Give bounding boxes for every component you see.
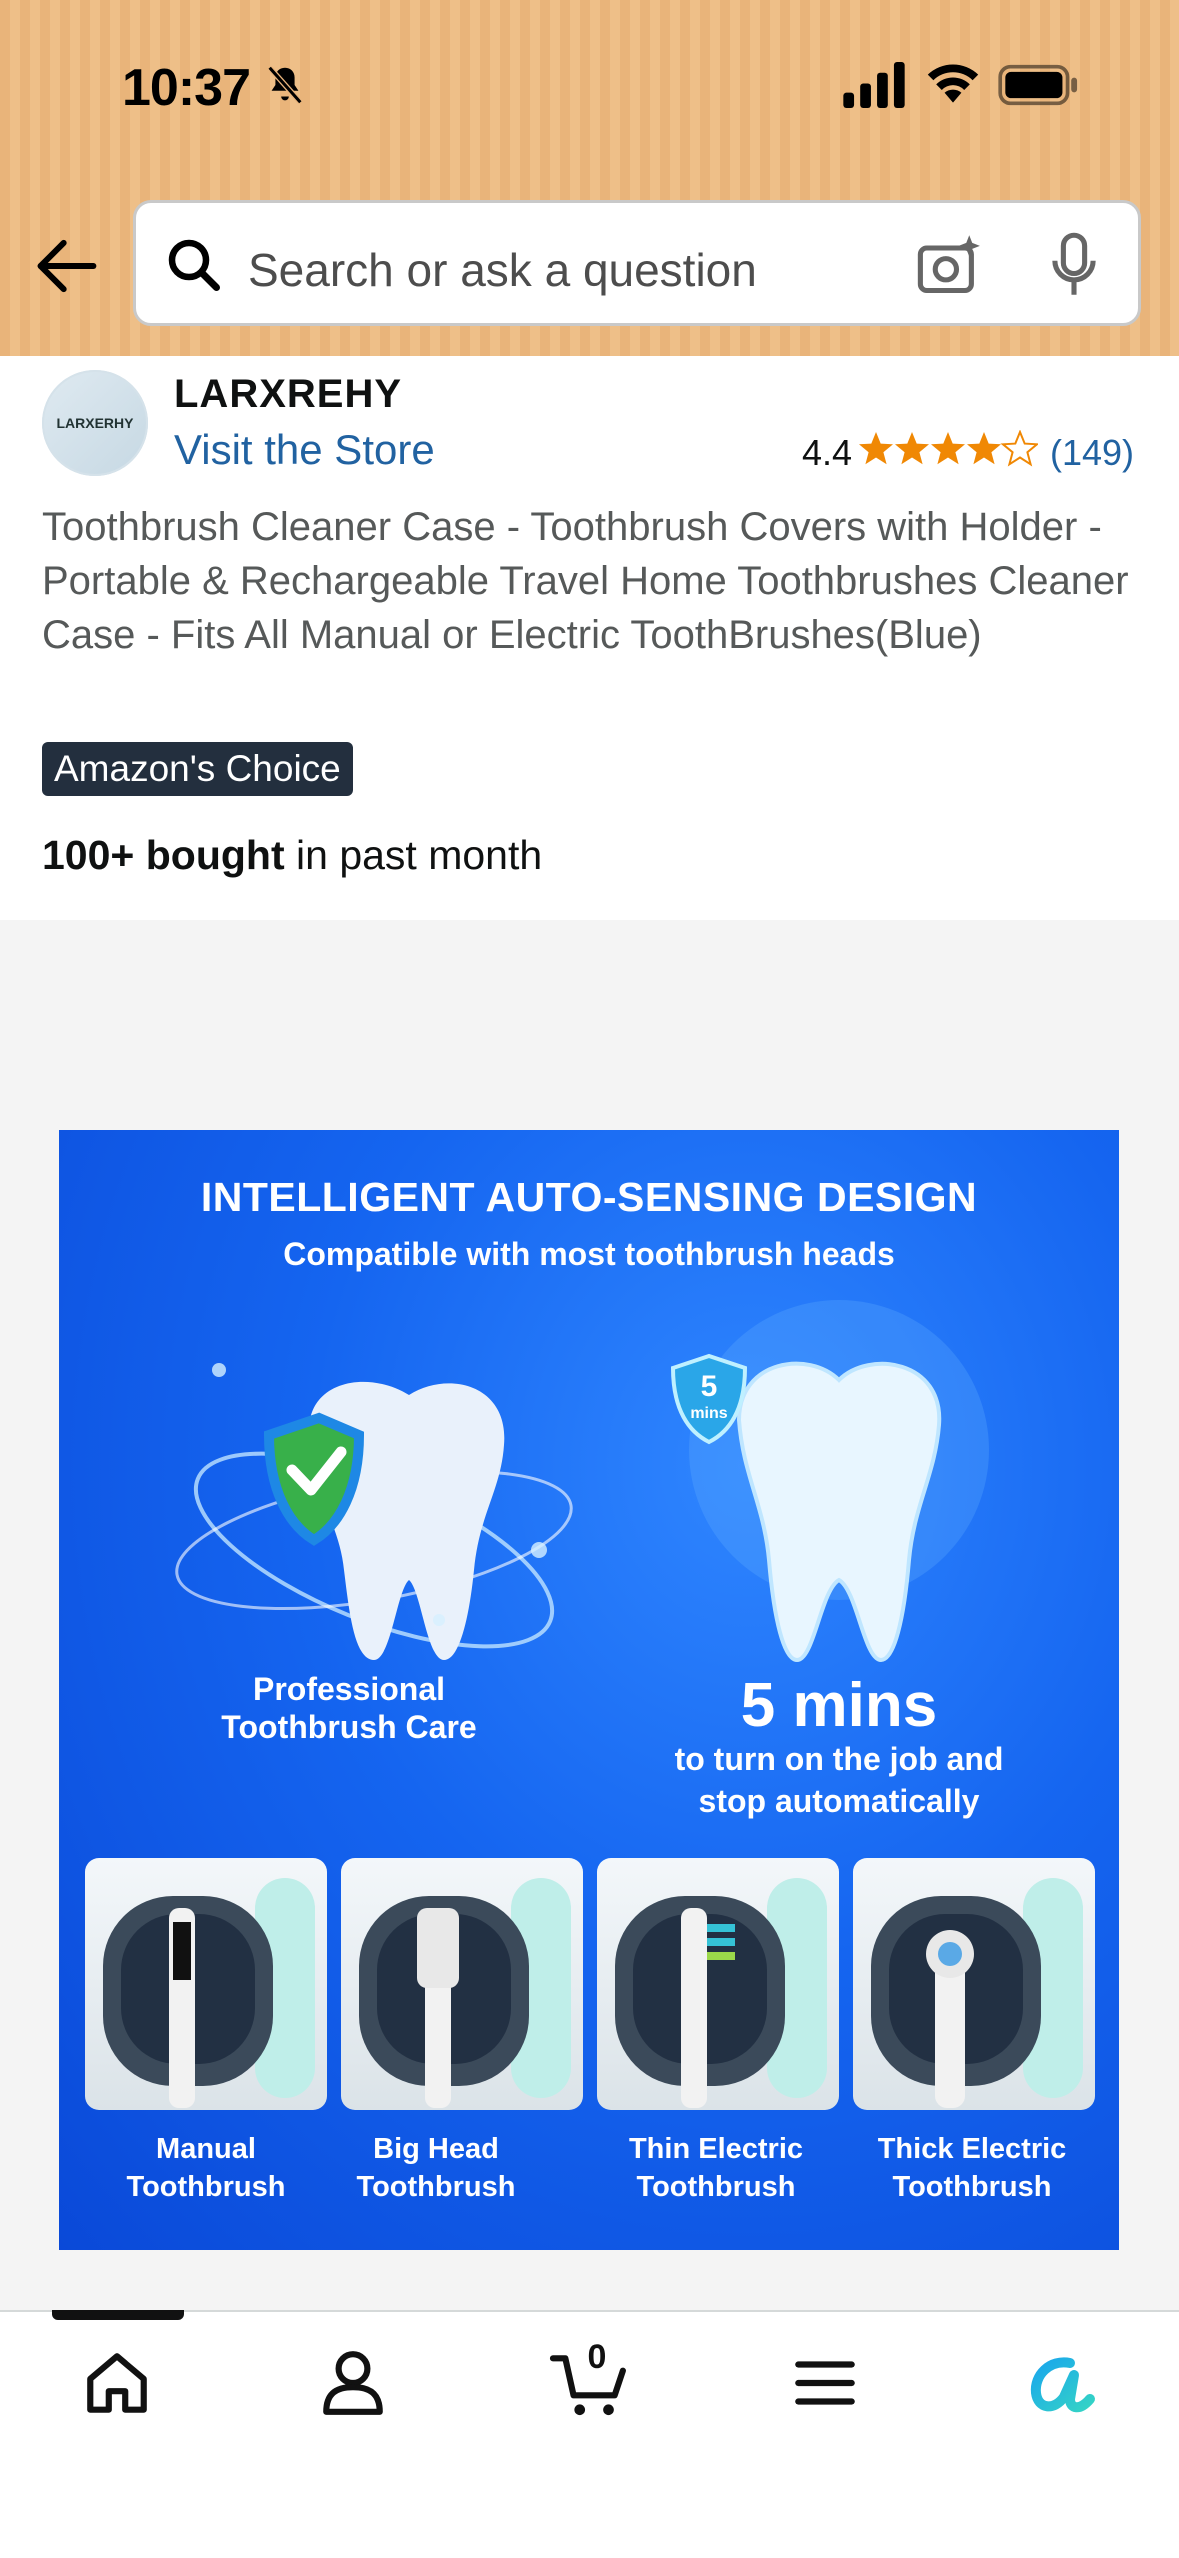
account-icon[interactable] xyxy=(316,2346,390,2420)
header: 10:37 Search or ask a question xyxy=(0,0,1179,356)
tile-label-manual: Manual Toothbrush xyxy=(85,2130,327,2206)
turn-label: to turn on the job and stop automaticall… xyxy=(639,1738,1039,1822)
tile-label-big-head-2: Toothbrush xyxy=(356,2171,516,2203)
image-heading: INTELLIGENT AUTO-SENSING DESIGN xyxy=(200,1174,978,1220)
thick-electric-toothbrush-icon xyxy=(871,1878,1083,2108)
search-bar[interactable]: Search or ask a question xyxy=(133,200,1141,326)
mins-label: 5 mins xyxy=(740,1671,938,1740)
active-tab-indicator xyxy=(52,2310,184,2320)
home-icon[interactable] xyxy=(80,2346,154,2420)
tooth-shield-illustration xyxy=(175,1363,573,1660)
image-subheading: Compatible with most toothbrush heads xyxy=(283,1236,895,1272)
bell-muted-icon xyxy=(267,65,303,105)
tile-label-manual-1: Manual xyxy=(156,2133,256,2165)
amazons-choice-badge: Amazon's Choice xyxy=(42,742,353,796)
shield-badge-unit: mins xyxy=(690,1405,727,1422)
back-arrow-icon[interactable] xyxy=(34,236,100,296)
turn-line-1: to turn on the job and xyxy=(674,1741,1004,1777)
manual-toothbrush-icon xyxy=(103,1878,315,2108)
tile-label-manual-2: Toothbrush xyxy=(126,2171,286,2203)
tile-label-thin-electric: Thin Electric Toothbrush xyxy=(595,2130,837,2206)
store-name: LARXREHY xyxy=(174,372,403,416)
camera-lens-icon[interactable] xyxy=(914,231,982,299)
care-line-2: Toothbrush Care xyxy=(221,1709,477,1745)
rating-value: 4.4 xyxy=(802,432,853,473)
wifi-icon xyxy=(927,64,979,103)
care-label: Professional Toothbrush Care xyxy=(179,1670,519,1746)
visit-store-link[interactable]: Visit the Store xyxy=(174,426,435,474)
turn-line-2: stop automatically xyxy=(698,1783,980,1819)
review-count-link[interactable]: (149) xyxy=(1050,432,1134,474)
star-rating-icon[interactable] xyxy=(858,430,1038,470)
store-logo-text: LARXERHY xyxy=(56,415,134,431)
product-image[interactable]: INTELLIGENT AUTO-SENSING DESIGN Compatib… xyxy=(59,1130,1119,2250)
product-title: Toothbrush Cleaner Case - Toothbrush Cov… xyxy=(42,505,1129,657)
microphone-icon[interactable] xyxy=(1048,231,1100,299)
tooth-timer-illustration: 5 mins xyxy=(670,1300,989,1663)
tile-label-thick-electric-2: Toothbrush xyxy=(892,2171,1052,2203)
image-gallery: INTELLIGENT AUTO-SENSING DESIGN Compatib… xyxy=(0,920,1179,2310)
tile-label-thin-electric-1: Thin Electric xyxy=(628,2133,804,2165)
tile-label-thick-electric-1: Thick Electric xyxy=(877,2133,1067,2165)
battery-icon xyxy=(998,64,1078,106)
tile-thin-electric xyxy=(597,1858,839,2110)
search-icon xyxy=(168,239,220,291)
bought-rest: in past month xyxy=(284,832,543,878)
toothbrush-type-tiles: Manual Toothbrush Big Head Toothbrush Th… xyxy=(85,1858,1095,2203)
bought-count: 100+ bought in past month xyxy=(42,832,542,879)
search-input[interactable]: Search or ask a question xyxy=(248,243,757,297)
big-head-toothbrush-icon xyxy=(359,1878,571,2108)
tile-big-head xyxy=(341,1858,583,2110)
tile-label-big-head-1: Big Head xyxy=(373,2133,499,2165)
store-logo[interactable]: LARXERHY xyxy=(42,370,148,476)
tile-manual xyxy=(85,1858,327,2110)
tile-label-big-head: Big Head Toothbrush xyxy=(315,2130,557,2206)
bought-bold: 100+ bought xyxy=(42,832,285,878)
shield-badge-number: 5 xyxy=(701,1370,718,1403)
rufus-assistant-icon[interactable] xyxy=(1022,2346,1102,2420)
tile-label-thin-electric-2: Toothbrush xyxy=(636,2171,796,2203)
cellular-signal-icon xyxy=(843,62,905,108)
cart-count: 0 xyxy=(587,2338,607,2376)
tile-thick-electric xyxy=(853,1858,1095,2110)
thin-electric-toothbrush-icon xyxy=(615,1878,827,2108)
tile-label-thick-electric: Thick Electric Toothbrush xyxy=(851,2130,1093,2206)
care-line-1: Professional xyxy=(252,1671,446,1707)
menu-icon[interactable] xyxy=(788,2346,862,2420)
status-time: 10:37 xyxy=(122,59,251,117)
